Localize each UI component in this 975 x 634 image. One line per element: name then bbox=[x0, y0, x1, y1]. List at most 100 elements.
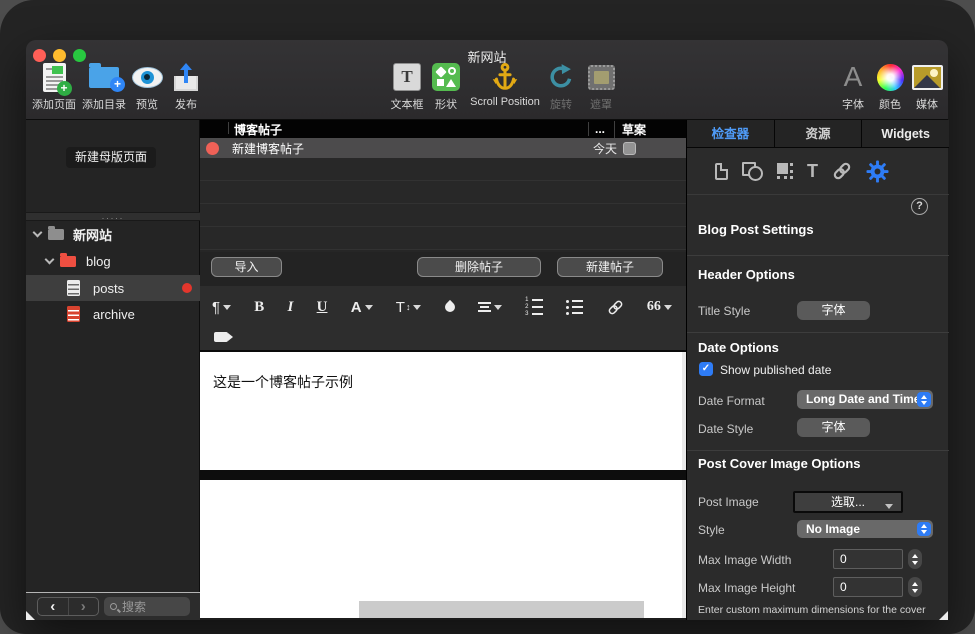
max-image-width-input[interactable] bbox=[833, 549, 903, 569]
link-settings-icon[interactable] bbox=[832, 161, 852, 181]
paragraph-style-button[interactable]: ¶ bbox=[212, 299, 231, 316]
search-input[interactable] bbox=[122, 600, 182, 614]
sidebar-item-site[interactable]: 新网站 bbox=[26, 221, 200, 247]
new-master-page-button[interactable]: 新建母版页面 bbox=[66, 147, 156, 168]
post-image-choose-button[interactable]: 选取... bbox=[793, 491, 903, 513]
chevron-down-icon bbox=[885, 504, 893, 509]
post-content-text: 这是一个博客帖子示例 bbox=[213, 372, 353, 392]
highlight-droplet-button[interactable] bbox=[445, 302, 455, 312]
pane-bottom-edge bbox=[200, 618, 686, 620]
gear-settings-icon[interactable] bbox=[866, 160, 889, 183]
back-button[interactable]: ‹ bbox=[38, 598, 68, 615]
post-row-selected[interactable]: 新建博客帖子 今天 bbox=[200, 138, 686, 158]
import-button[interactable]: 导入 bbox=[211, 257, 282, 277]
column-draft: 草案 bbox=[614, 121, 686, 138]
max-image-height-input[interactable] bbox=[833, 577, 903, 597]
help-button[interactable]: ? bbox=[911, 198, 928, 215]
chevron-down-icon bbox=[223, 305, 231, 310]
tab-widgets[interactable]: Widgets bbox=[861, 120, 949, 147]
max-image-width-label: Max Image Width bbox=[698, 553, 791, 567]
text-size-button[interactable]: T↕ bbox=[396, 299, 422, 316]
empty-post-row bbox=[200, 158, 686, 181]
header-options-heading: Header Options bbox=[698, 267, 795, 282]
date-format-select[interactable]: Long Date and Time bbox=[797, 390, 933, 409]
tree-label: posts bbox=[93, 281, 124, 296]
sidebar-item-posts[interactable]: posts bbox=[26, 275, 200, 301]
chevron-down-icon[interactable] bbox=[33, 227, 43, 237]
select-arrows-icon bbox=[917, 522, 931, 536]
inspector-icon-tabs: T bbox=[687, 148, 949, 195]
quote-button[interactable]: 66 bbox=[647, 299, 672, 315]
editor-toolbar: ¶ B I U A T↕ 1 2 3 bbox=[200, 286, 686, 352]
resize-grip-bottom-right[interactable] bbox=[939, 611, 948, 620]
inspector-panel: 检查器 资源 Widgets T bbox=[686, 120, 948, 620]
section-divider bbox=[687, 255, 949, 256]
metrics-settings-icon[interactable] bbox=[777, 163, 793, 179]
page-settings-icon[interactable] bbox=[715, 163, 728, 180]
chevron-down-icon bbox=[494, 305, 502, 310]
resize-grip-bottom-left[interactable] bbox=[26, 611, 35, 620]
bullet-list-icon bbox=[566, 300, 583, 315]
publish-upload-icon bbox=[158, 58, 214, 96]
underline-button[interactable]: U bbox=[317, 299, 328, 316]
italic-button[interactable]: I bbox=[288, 299, 294, 316]
sidebar-item-blog[interactable]: blog bbox=[26, 248, 200, 274]
bold-button[interactable]: B bbox=[254, 299, 264, 316]
unpublished-dot-icon bbox=[206, 142, 219, 155]
pane-divider bbox=[200, 470, 686, 480]
title-style-font-button[interactable]: 字体 bbox=[797, 301, 870, 320]
numbered-list-icon: 1 2 3 bbox=[525, 298, 543, 316]
new-post-button[interactable]: 新建帖子 bbox=[557, 257, 663, 277]
column-title: 博客帖子 bbox=[200, 121, 588, 138]
chevron-down-icon bbox=[413, 305, 421, 310]
link-icon bbox=[607, 299, 624, 316]
post-content-editor[interactable]: 这是一个博客帖子示例 bbox=[200, 352, 686, 470]
tab-assets[interactable]: 资源 bbox=[774, 120, 862, 147]
sidebar-split-handle[interactable]: ..... bbox=[26, 212, 200, 221]
bullet-list-button[interactable] bbox=[566, 300, 583, 315]
add-page-button[interactable]: + 添加页面 bbox=[26, 58, 82, 112]
text-color-button[interactable]: A bbox=[351, 299, 373, 316]
post-date: 今天 bbox=[593, 140, 617, 157]
max-width-stepper[interactable] bbox=[908, 549, 922, 569]
video-camera-button[interactable] bbox=[214, 332, 228, 342]
link-button[interactable] bbox=[607, 299, 624, 316]
select-arrows-icon bbox=[917, 392, 931, 407]
empty-post-row bbox=[200, 227, 686, 250]
tree-label: blog bbox=[86, 254, 111, 269]
section-divider bbox=[687, 450, 949, 451]
publish-button[interactable]: 发布 bbox=[158, 58, 214, 112]
max-height-stepper[interactable] bbox=[908, 577, 922, 597]
delete-post-button[interactable]: 删除帖子 bbox=[417, 257, 541, 277]
sidebar-item-archive[interactable]: archive bbox=[26, 301, 200, 327]
sidebar-bottom-bar: ‹ › bbox=[26, 592, 200, 620]
search-icon bbox=[110, 603, 117, 610]
tree-label: archive bbox=[93, 307, 135, 322]
posts-doc-icon bbox=[67, 280, 80, 296]
shape-settings-icon[interactable] bbox=[742, 162, 763, 181]
sidebar-search-field[interactable] bbox=[104, 597, 190, 616]
text-settings-icon[interactable]: T bbox=[807, 162, 818, 180]
forward-button[interactable]: › bbox=[68, 598, 99, 615]
date-format-value: Long Date and Time bbox=[806, 392, 920, 406]
cover-style-select[interactable]: No Image bbox=[797, 520, 933, 538]
unpublished-dot-badge bbox=[182, 283, 192, 293]
draft-checkbox[interactable] bbox=[623, 142, 636, 155]
posts-actions-bar: 导入 删除帖子 新建帖子 bbox=[200, 252, 686, 286]
tree-label: 新网站 bbox=[73, 225, 112, 244]
cover-options-heading: Post Cover Image Options bbox=[698, 456, 861, 471]
tab-inspector[interactable]: 检查器 bbox=[687, 120, 774, 147]
numbered-list-button[interactable]: 1 2 3 bbox=[525, 298, 543, 316]
mask-icon bbox=[573, 58, 629, 96]
cover-style-label: Style bbox=[698, 523, 725, 537]
media-panel-button[interactable]: 媒体 bbox=[899, 58, 955, 112]
app-window: 新网站 + 添加页面 + 添加目录 预览 bbox=[26, 40, 948, 620]
column-options[interactable]: ... bbox=[588, 122, 614, 136]
blog-posts-pane: 博客帖子 ... 草案 新建博客帖子 今天 导入 删除帖子 新建帖子 bbox=[200, 120, 686, 620]
show-published-date-checkbox[interactable]: ✓ bbox=[699, 362, 713, 376]
date-style-font-button[interactable]: 字体 bbox=[797, 418, 870, 437]
history-nav-group: ‹ › bbox=[37, 597, 99, 616]
alignment-button[interactable] bbox=[478, 302, 502, 312]
site-folder-icon bbox=[48, 229, 64, 240]
chevron-down-icon[interactable] bbox=[45, 254, 55, 264]
